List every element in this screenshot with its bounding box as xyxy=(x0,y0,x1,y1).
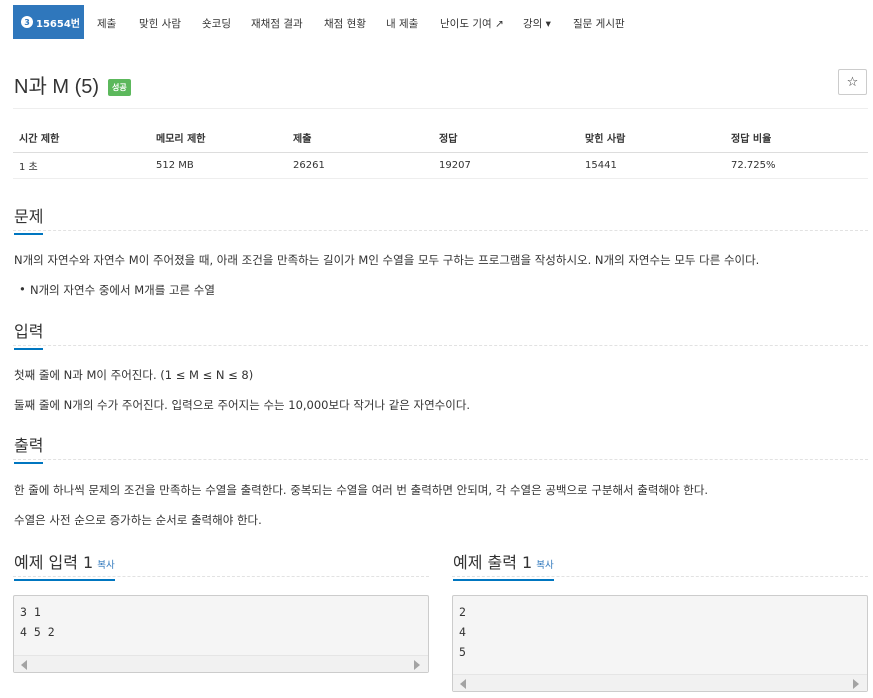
sample-output-line: 5 xyxy=(459,645,466,659)
header-submissions: 제출 xyxy=(287,124,433,153)
nav-difficulty[interactable]: 난이도 기여 ↗ xyxy=(440,16,504,31)
copy-output-link[interactable]: 복사 xyxy=(536,560,553,571)
section-divider xyxy=(13,345,868,346)
sample-input-box[interactable]: 3 1 4 5 2 xyxy=(13,595,429,673)
input-description-line1: 첫째 줄에 N과 M이 주어진다. (1 ≤ M ≤ N ≤ 8) xyxy=(14,368,254,382)
table-header-row: 시간 제한 메모리 제한 제출 정답 맞힌 사람 정답 비율 xyxy=(13,124,868,153)
problem-nav: 3 15654번 제출 맞힌 사람 숏코딩 재채점 결과 채점 현황 내 제출 … xyxy=(0,0,873,46)
tier-badge-icon: 3 xyxy=(21,16,33,28)
sample-input-line: 4 5 2 xyxy=(20,625,55,639)
nav-my-submissions[interactable]: 내 제출 xyxy=(386,16,418,31)
nav-status[interactable]: 채점 현황 xyxy=(324,16,366,31)
nav-short-coding[interactable]: 숏코딩 xyxy=(202,16,231,31)
problem-description: N개의 자연수와 자연수 M이 주어졌을 때, 아래 조건을 만족하는 길이가 … xyxy=(14,253,760,267)
scroll-left-arrow-icon[interactable] xyxy=(460,679,466,689)
problem-title: N과 M (5) xyxy=(14,76,100,98)
nav-problem-number-label: 15654번 xyxy=(36,18,80,30)
sample-input-line: 3 1 xyxy=(20,605,41,619)
horizontal-scrollbar[interactable] xyxy=(14,655,428,672)
scroll-right-arrow-icon[interactable] xyxy=(853,679,859,689)
section-divider xyxy=(13,230,868,231)
section-divider xyxy=(13,576,429,577)
sample-output-title: 예제 출력 1 xyxy=(453,553,533,572)
nav-rejudge[interactable]: 재채점 결과 xyxy=(251,16,303,31)
cell-submissions: 26261 xyxy=(287,152,433,179)
problem-info-table: 시간 제한 메모리 제한 제출 정답 맞힌 사람 정답 비율 1 초 512 M… xyxy=(13,124,868,179)
header-ratio: 정답 비율 xyxy=(725,124,868,153)
nav-lectures[interactable]: 강의 ▾ xyxy=(523,16,551,31)
header-memory-limit: 메모리 제한 xyxy=(150,124,287,153)
table-row: 1 초 512 MB 26261 19207 15441 72.725% xyxy=(13,152,868,179)
header-solvers: 맞힌 사람 xyxy=(579,124,725,153)
status-badge: 성공 xyxy=(108,79,131,96)
section-divider xyxy=(13,459,868,460)
nav-problem-number[interactable]: 3 15654번 xyxy=(13,5,84,39)
scroll-left-arrow-icon[interactable] xyxy=(21,660,27,670)
scroll-right-arrow-icon[interactable] xyxy=(414,660,420,670)
nav-submit[interactable]: 제출 xyxy=(97,16,116,31)
input-description-line2: 둘째 줄에 N개의 수가 주어진다. 입력으로 주어지는 수는 10,000보다… xyxy=(14,398,471,412)
sample-output-box[interactable]: 2 4 5 xyxy=(452,595,868,692)
nav-qna-board[interactable]: 질문 게시판 xyxy=(573,16,625,31)
nav-lectures-label: 강의 xyxy=(523,18,543,30)
nav-solvers[interactable]: 맞힌 사람 xyxy=(139,16,181,31)
output-description-line1: 한 줄에 하나씩 문제의 조건을 만족하는 수열을 출력한다. 중복되는 수열을… xyxy=(14,483,709,497)
star-icon: ☆ xyxy=(846,74,859,90)
external-link-icon: ↗ xyxy=(494,18,504,30)
section-divider xyxy=(452,576,868,577)
problem-condition-item: N개의 자연수 중에서 M개를 고른 수열 xyxy=(19,282,215,298)
sample-output-line: 4 xyxy=(459,625,466,639)
horizontal-scrollbar[interactable] xyxy=(453,674,867,691)
sample-input-title: 예제 입력 1 xyxy=(14,553,94,572)
sample-output-line: 2 xyxy=(459,605,466,619)
cell-accepted: 19207 xyxy=(433,152,579,179)
header-time-limit: 시간 제한 xyxy=(13,124,150,153)
cell-solvers: 15441 xyxy=(579,152,725,179)
output-description-line2: 수열은 사전 순으로 증가하는 순서로 출력해야 한다. xyxy=(14,513,262,527)
cell-memory-limit: 512 MB xyxy=(150,152,287,179)
header-accepted: 정답 xyxy=(433,124,579,153)
cell-time-limit: 1 초 xyxy=(13,152,150,179)
copy-input-link[interactable]: 복사 xyxy=(97,560,114,571)
title-divider xyxy=(13,108,868,109)
nav-difficulty-label: 난이도 기여 xyxy=(440,18,492,30)
cell-ratio: 72.725% xyxy=(725,152,868,179)
caret-down-icon: ▾ xyxy=(545,18,551,30)
star-button[interactable]: ☆ xyxy=(838,69,867,95)
